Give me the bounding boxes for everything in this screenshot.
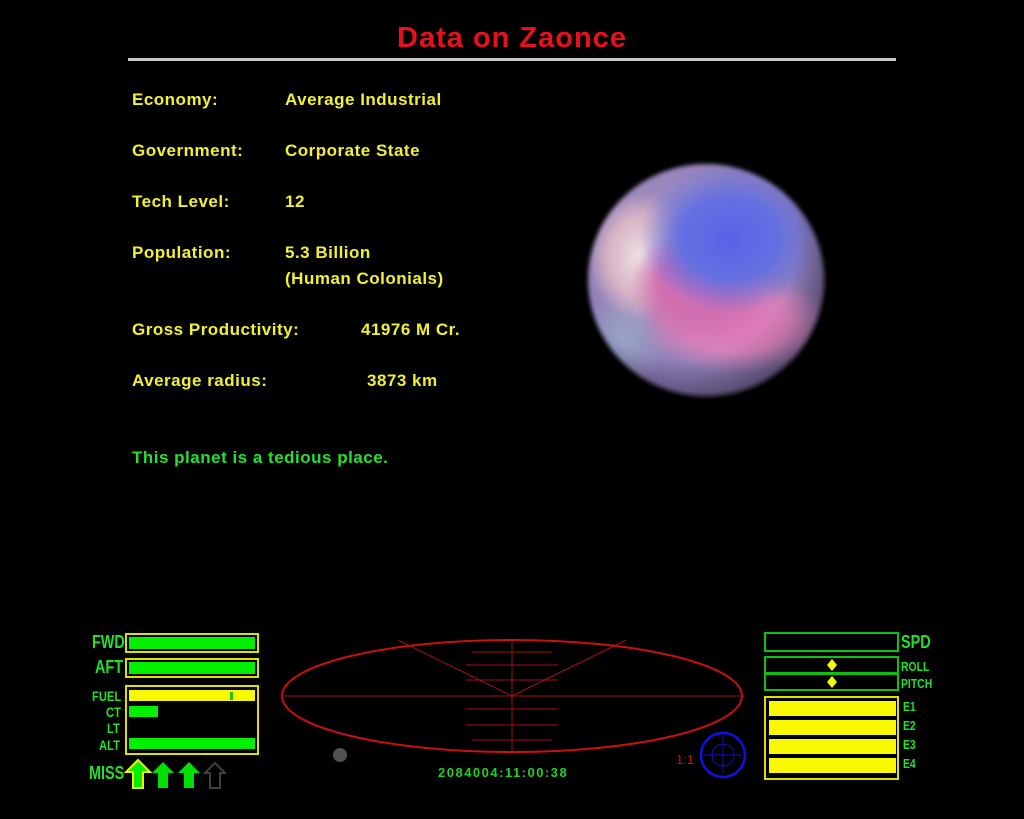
population-value: 5.3 Billion xyxy=(285,243,371,262)
roll-indicator-icon xyxy=(827,659,837,671)
missile-1-icon xyxy=(124,758,153,789)
economy-value: Average Industrial xyxy=(285,90,442,109)
speed-label: SPD xyxy=(901,632,931,652)
missile-label: MISS xyxy=(89,763,125,783)
missile-2-icon xyxy=(152,762,174,788)
missile-4-empty-icon xyxy=(202,761,228,789)
productivity-value: 41976 M Cr. xyxy=(361,320,461,339)
clock-readout: 2084004:11:00:38 xyxy=(438,765,569,780)
laser-temp-label: LT xyxy=(107,720,120,736)
scanner-zoom-label: 1:1 xyxy=(676,752,695,767)
economy-label: Economy: xyxy=(132,90,219,109)
fwd-shield-label: FWD xyxy=(92,632,125,652)
pitch-gauge xyxy=(764,673,899,691)
energy-bank-1-bar xyxy=(769,701,896,716)
energy-bank-4-label: E4 xyxy=(903,756,916,771)
energy-bank-1-label: E1 xyxy=(903,699,916,714)
government-value: Corporate State xyxy=(285,141,421,160)
fwd-shield-bar xyxy=(129,637,255,649)
title-divider xyxy=(128,58,896,61)
cabin-temp-label: CT xyxy=(106,704,121,720)
aft-shield-gauge xyxy=(125,658,259,678)
altitude-label: ALT xyxy=(99,737,120,753)
energy-bank-3-bar xyxy=(769,739,896,754)
aft-shield-label: AFT xyxy=(95,657,123,677)
population-species: (Human Colonials) xyxy=(285,269,444,288)
energy-bank-2-bar xyxy=(769,720,896,735)
compass-icon xyxy=(699,731,747,779)
roll-gauge xyxy=(764,656,899,674)
status-light xyxy=(333,748,347,762)
cabin-temp-bar xyxy=(129,706,158,717)
planet-description: This planet is a tedious place. xyxy=(132,448,389,467)
energy-bank-4-bar xyxy=(769,758,896,773)
planet-shading xyxy=(588,164,824,396)
fwd-shield-gauge xyxy=(125,633,259,653)
speed-gauge xyxy=(764,632,899,652)
altitude-bar xyxy=(129,738,255,749)
pitch-indicator-icon xyxy=(827,676,837,688)
scanner xyxy=(281,639,743,753)
status-gauges xyxy=(125,685,259,755)
page-title: Data on Zaonce xyxy=(397,22,627,54)
tech-level-value: 12 xyxy=(285,192,305,211)
radius-value: 3873 km xyxy=(367,371,438,390)
tech-level-label: Tech Level: xyxy=(132,192,230,211)
aft-shield-bar xyxy=(129,662,255,674)
fuel-label: FUEL xyxy=(92,688,122,704)
fuel-jump-marker xyxy=(230,692,233,700)
energy-banks xyxy=(764,696,899,780)
missile-3-icon xyxy=(178,762,200,788)
government-label: Government: xyxy=(132,141,244,160)
energy-bank-3-label: E3 xyxy=(903,737,916,752)
missile-indicators xyxy=(124,758,228,789)
productivity-label: Gross Productivity: xyxy=(132,320,300,339)
population-label: Population: xyxy=(132,243,231,262)
roll-label: ROLL xyxy=(901,659,930,674)
fuel-bar xyxy=(129,690,255,701)
radius-label: Average radius: xyxy=(132,371,268,390)
energy-bank-2-label: E2 xyxy=(903,718,916,733)
pitch-label: PITCH xyxy=(901,676,933,691)
